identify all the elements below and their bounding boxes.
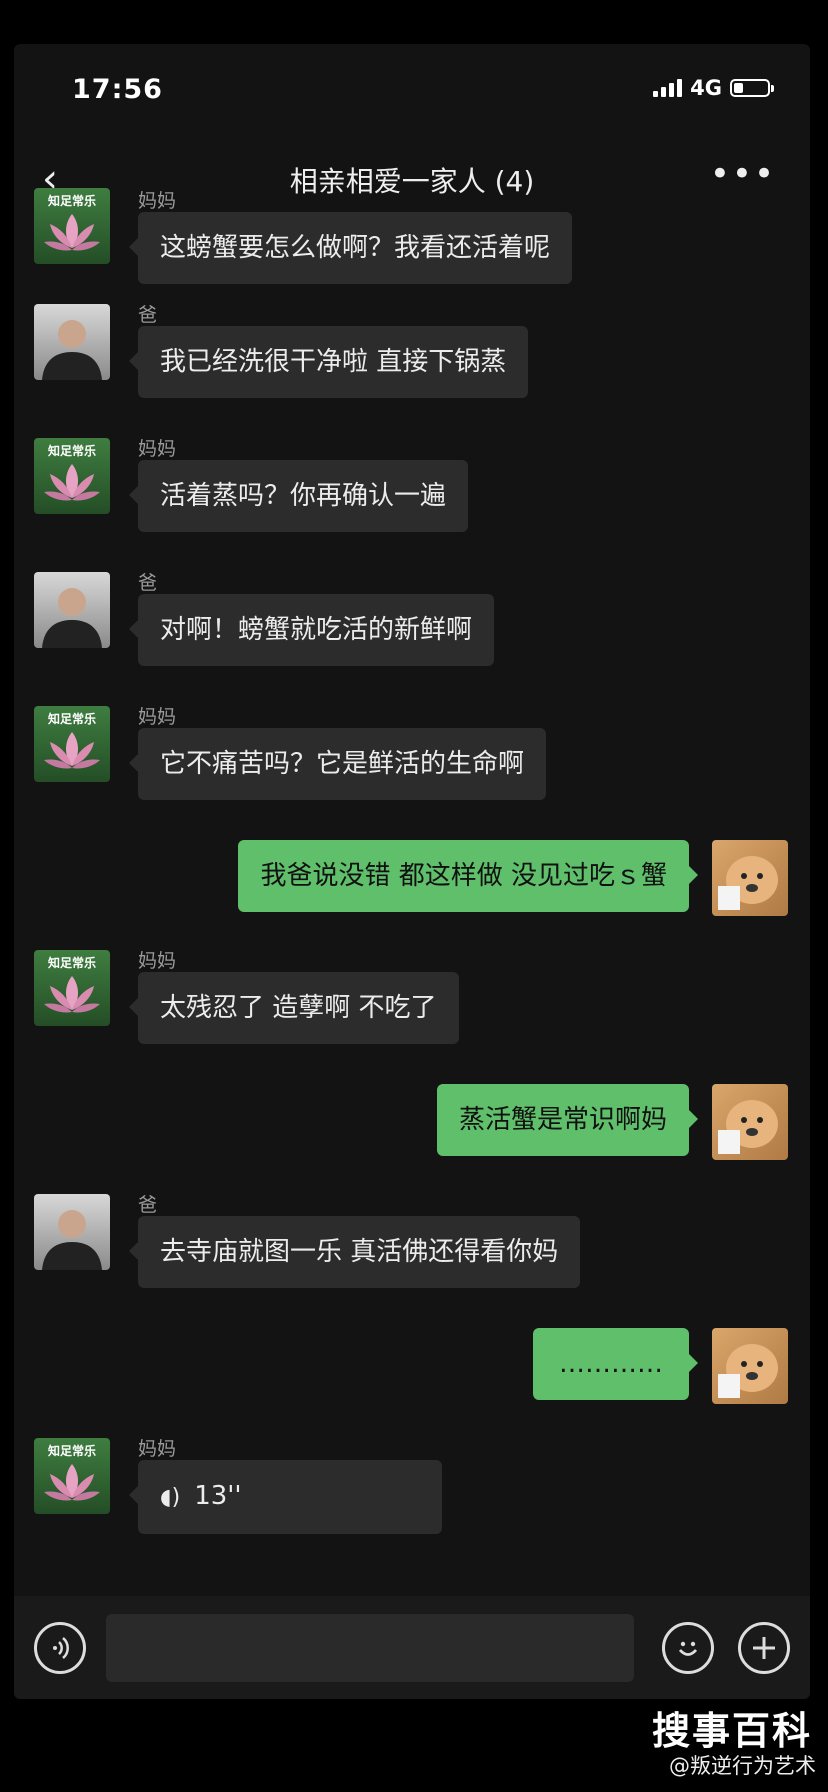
battery-icon	[730, 79, 774, 97]
voice-message-bubble[interactable]: ◖) 13''	[129, 1460, 442, 1534]
signal-icon	[653, 79, 683, 97]
message-input[interactable]	[106, 1614, 634, 1682]
lotus-icon	[44, 464, 100, 501]
avatar-label: 知足常乐	[47, 1444, 96, 1458]
my-message-bubble[interactable]: 我爸说没错 都这样做 没见过吃ｓ蟹	[238, 840, 698, 912]
status-icons: 4G	[653, 76, 774, 100]
more-icon[interactable]: •••	[710, 154, 776, 194]
plus-icon[interactable]	[738, 1622, 790, 1674]
avatar-label: 知足常乐	[47, 194, 96, 208]
person-icon	[42, 320, 102, 380]
mom-avatar[interactable]: 知足常乐	[34, 950, 110, 1026]
dad-avatar[interactable]	[34, 572, 110, 648]
phone-screen: 17:56 4G ‹ 相亲相爱一家人 (4) ••• 知足常乐 妈妈 这螃蟹要怎…	[14, 44, 810, 1699]
sender-name: 爸	[138, 304, 158, 326]
sender-name: 妈妈	[138, 1438, 177, 1460]
dog-icon	[718, 1344, 778, 1398]
message-bubble[interactable]: 活着蒸吗？你再确认一遍	[128, 460, 469, 532]
weibo-watermark: @叛逆行为艺术	[669, 1754, 816, 1778]
site-watermark: 搜事百科	[651, 1708, 812, 1753]
message-bubble[interactable]: 我已经洗很干净啦 直接下锅蒸	[128, 326, 529, 398]
lotus-icon	[44, 976, 100, 1013]
dog-icon	[718, 1100, 778, 1154]
message-bubble[interactable]: 这螃蟹要怎么做啊？我看还活着呢	[128, 212, 573, 284]
smile-icon	[678, 1641, 698, 1656]
chat-title: 相亲相爱一家人 (4)	[289, 165, 535, 198]
mom-avatar[interactable]: 知足常乐	[34, 438, 110, 514]
lotus-icon	[44, 1464, 100, 1501]
voice-duration: 13''	[194, 1481, 242, 1511]
message-bubble[interactable]: 太残忍了 造孽啊 不吃了	[129, 972, 459, 1044]
add-icon	[753, 1637, 775, 1659]
message-list[interactable]: 知足常乐 妈妈 这螃蟹要怎么做啊？我看还活着呢 爸 我已经洗很干净啦 直接下锅蒸…	[14, 188, 810, 1644]
mom-avatar[interactable]: 知足常乐	[34, 706, 110, 782]
my-avatar[interactable]	[712, 840, 788, 916]
message-bubble[interactable]: 去寺庙就图一乐 真活佛还得看你妈	[128, 1216, 581, 1288]
voice-wave-icon: ◖)	[160, 1485, 181, 1510]
lotus-icon	[44, 732, 100, 769]
sender-name: 爸	[138, 572, 158, 594]
avatar-label: 知足常乐	[47, 956, 96, 970]
emoji-icon[interactable]	[662, 1622, 714, 1674]
sender-name: 妈妈	[138, 950, 177, 972]
message-bubble[interactable]: 它不痛苦吗？它是鲜活的生命啊	[128, 728, 547, 800]
lotus-icon	[44, 214, 100, 251]
input-bar	[14, 1596, 810, 1699]
dad-avatar[interactable]	[34, 1194, 110, 1270]
sender-name: 妈妈	[138, 438, 177, 460]
my-avatar[interactable]	[712, 1328, 788, 1404]
sender-name: 爸	[138, 1194, 158, 1216]
sender-name: 妈妈	[138, 190, 177, 212]
person-icon	[42, 1210, 102, 1270]
voice-wave-icon	[53, 1637, 69, 1659]
mom-avatar[interactable]: 知足常乐	[34, 1438, 110, 1514]
network-label: 4G	[690, 76, 722, 100]
sender-name: 妈妈	[138, 706, 177, 728]
message-bubble[interactable]: 对啊！螃蟹就吃活的新鲜啊	[128, 594, 495, 666]
status-time: 17:56	[72, 74, 163, 105]
dog-icon	[718, 856, 778, 910]
mom-avatar[interactable]: 知足常乐	[34, 188, 110, 264]
my-message-bubble[interactable]: …………	[533, 1328, 698, 1400]
person-icon	[42, 588, 102, 648]
my-avatar[interactable]	[712, 1084, 788, 1160]
avatar-label: 知足常乐	[47, 444, 96, 458]
voice-icon[interactable]	[34, 1622, 86, 1674]
dad-avatar[interactable]	[34, 304, 110, 380]
my-message-bubble[interactable]: 蒸活蟹是常识啊妈	[436, 1084, 699, 1156]
avatar-label: 知足常乐	[47, 712, 96, 726]
